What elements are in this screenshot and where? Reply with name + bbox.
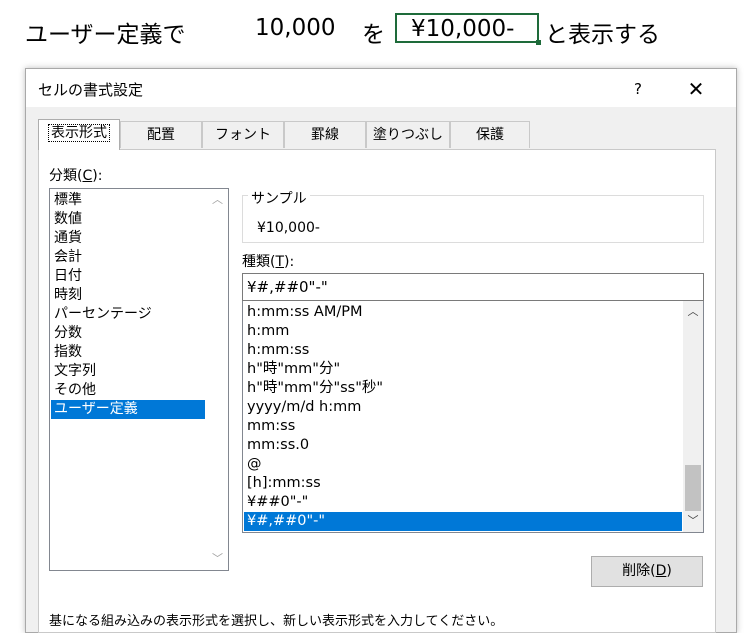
format-scrollbar[interactable]: ︿ ﹀ xyxy=(683,301,703,532)
category-item[interactable]: 標準 xyxy=(51,191,205,210)
help-button[interactable]: ? xyxy=(626,77,650,101)
cell-preview: ¥10,000- xyxy=(395,13,539,43)
header-text-right: と表示する xyxy=(545,22,660,48)
format-item[interactable]: mm:ss.0 xyxy=(244,436,682,455)
tab-number-label: 表示形式 xyxy=(48,124,110,142)
category-item[interactable]: 会計 xyxy=(51,248,205,267)
category-item[interactable]: 数値 xyxy=(51,210,205,229)
header-text-left: ユーザー定義で xyxy=(25,22,186,48)
header-particle: を xyxy=(362,22,385,48)
format-item[interactable]: h"時"mm"分"ss"秒" xyxy=(244,379,682,398)
category-item[interactable]: 日付 xyxy=(51,267,205,286)
category-list[interactable]: 標準 数値 通貨 会計 日付 時刻 パーセンテージ 分数 指数 文字列 その他 … xyxy=(49,188,229,571)
scroll-down-icon[interactable]: ﹀ xyxy=(207,549,228,569)
category-item[interactable]: 通貨 xyxy=(51,229,205,248)
tab-number[interactable]: 表示形式 xyxy=(38,119,120,150)
header-banner: ユーザー定義で 10,000 を ¥10,000- と表示する xyxy=(0,0,745,62)
tab-alignment[interactable]: 配置 xyxy=(120,121,202,148)
format-list[interactable]: h:mm:ss AM/PM h:mm h:mm:ss h"時"mm"分" h"時… xyxy=(242,301,704,533)
header-value: 10,000 xyxy=(255,15,336,41)
category-item[interactable]: 文字列 xyxy=(51,362,205,381)
format-item[interactable]: h:mm xyxy=(244,322,682,341)
format-item[interactable]: [h]:mm:ss xyxy=(244,474,682,493)
scroll-up-icon[interactable]: ︿ xyxy=(683,302,703,322)
cell-fill-handle xyxy=(536,40,541,45)
category-item[interactable]: 指数 xyxy=(51,343,205,362)
number-tab-pane: 分類(C): 標準 数値 通貨 会計 日付 時刻 パーセンテージ 分数 指数 文… xyxy=(38,149,716,633)
tab-protection[interactable]: 保護 xyxy=(450,121,530,148)
format-item-selected[interactable]: ¥#,##0"-" xyxy=(244,512,682,531)
scroll-thumb[interactable] xyxy=(685,465,701,511)
tab-border[interactable]: 罫線 xyxy=(284,121,366,148)
close-button[interactable]: ✕ xyxy=(682,75,710,103)
hint-text: 基になる組み込みの表示形式を選択し、新しい表示形式を入力してください。 xyxy=(49,614,504,629)
format-item[interactable]: h:mm:ss AM/PM xyxy=(244,303,682,322)
category-scrollbar[interactable]: ︿ ﹀ xyxy=(207,189,228,570)
sample-caption: サンプル xyxy=(248,188,310,208)
delete-button[interactable]: 削除(D) xyxy=(591,556,703,587)
category-item[interactable]: その他 xyxy=(51,381,205,400)
format-item[interactable]: mm:ss xyxy=(244,417,682,436)
category-item[interactable]: 分数 xyxy=(51,324,205,343)
type-input[interactable]: ¥#,##0"-" xyxy=(242,273,704,301)
sample-value: ¥10,000- xyxy=(257,220,320,236)
category-item[interactable]: 時刻 xyxy=(51,286,205,305)
scroll-up-icon[interactable]: ︿ xyxy=(207,190,228,210)
dialog-titlebar: セルの書式設定 ? ✕ xyxy=(26,69,736,107)
format-cells-dialog: セルの書式設定 ? ✕ 表示形式 配置 フォント 罫線 塗りつぶし 保護 分類(… xyxy=(25,68,737,633)
category-item-selected[interactable]: ユーザー定義 xyxy=(51,400,205,419)
tab-font[interactable]: フォント xyxy=(202,121,284,148)
format-item[interactable]: ¥##0"-" xyxy=(244,493,682,512)
format-item[interactable]: h"時"mm"分" xyxy=(244,360,682,379)
cell-preview-value: ¥10,000- xyxy=(411,16,515,42)
format-item[interactable]: yyyy/m/d h:mm xyxy=(244,398,682,417)
category-item[interactable]: パーセンテージ xyxy=(51,305,205,324)
scroll-down-icon[interactable]: ﹀ xyxy=(683,511,703,531)
dialog-title: セルの書式設定 xyxy=(38,81,144,99)
type-label: 種類(T): xyxy=(242,254,295,270)
tab-fill[interactable]: 塗りつぶし xyxy=(366,121,450,148)
category-label: 分類(C): xyxy=(49,168,103,184)
format-item[interactable]: @ xyxy=(244,455,682,474)
format-item[interactable]: h:mm:ss xyxy=(244,341,682,360)
